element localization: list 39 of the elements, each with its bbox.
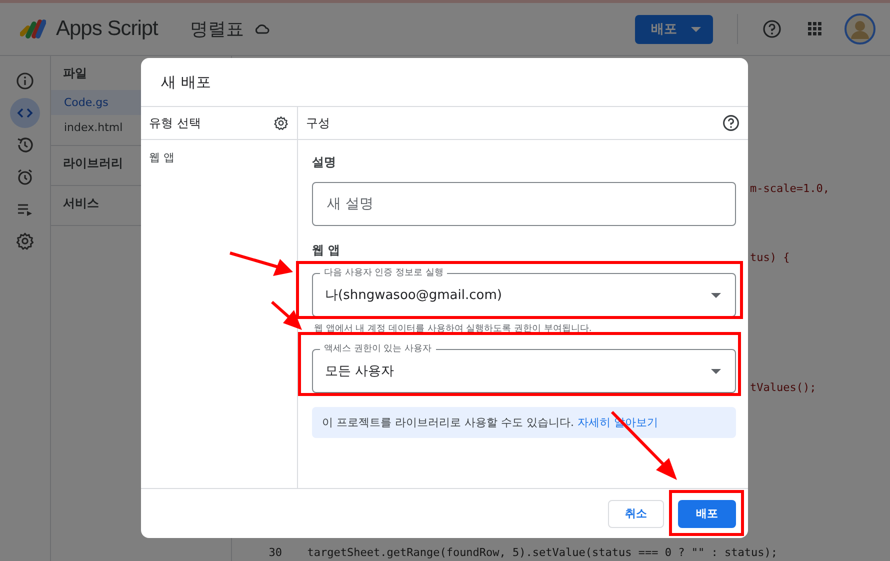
code-line: tus) { bbox=[750, 251, 790, 264]
dialog-title: 새 배포 bbox=[161, 72, 211, 92]
section-title: 라이브러리 bbox=[63, 155, 123, 172]
type-select-header: 유형 선택 bbox=[149, 114, 201, 132]
cancel-button[interactable]: 취소 bbox=[608, 500, 664, 528]
type-item[interactable]: 웹 앱 bbox=[149, 150, 289, 165]
helper-text: 웹 앱에서 내 계정 데이터를 사용하여 실행하도록 권한이 부여됩니다. bbox=[314, 323, 593, 335]
annotation-arrow bbox=[271, 300, 302, 330]
product-name: Apps Script bbox=[56, 17, 158, 41]
description-field[interactable]: 새 설명 bbox=[312, 182, 736, 226]
line-number: 30 bbox=[268, 546, 283, 559]
project-title[interactable]: 명렬표 bbox=[190, 17, 244, 41]
deploy-button[interactable]: 배포 bbox=[678, 500, 736, 528]
section-label: 웹 앱 bbox=[312, 242, 342, 259]
annotation-arrow bbox=[230, 252, 293, 276]
code-line: targetSheet.getRange(foundRow, 5).setValue(status === 0 ? "" : status); bbox=[306, 546, 778, 559]
settings-icon bbox=[15, 231, 35, 251]
info-icon bbox=[15, 71, 35, 91]
field-label: 설명 bbox=[312, 154, 337, 171]
apps-grid-icon[interactable] bbox=[808, 22, 822, 36]
config-header: 구성 bbox=[306, 114, 330, 132]
logo-icon bbox=[20, 18, 46, 40]
deploy-menu-button[interactable]: 배포 bbox=[635, 14, 713, 44]
section-title: 파일 bbox=[63, 65, 87, 82]
section-title: 서비스 bbox=[63, 195, 99, 212]
caret-icon bbox=[711, 368, 721, 374]
avatar-icon[interactable] bbox=[844, 13, 876, 45]
code-nav-button[interactable] bbox=[10, 98, 40, 128]
caret-icon bbox=[711, 292, 721, 298]
alarm-clock-icon bbox=[15, 167, 35, 187]
settings-icon[interactable] bbox=[273, 115, 289, 131]
code-line: m-scale=1.0, bbox=[750, 182, 830, 196]
help-icon[interactable] bbox=[722, 114, 740, 132]
caret-icon bbox=[691, 26, 701, 32]
cloud-icon bbox=[254, 23, 270, 35]
help-icon[interactable] bbox=[762, 19, 782, 39]
annotation-arrow bbox=[610, 410, 677, 480]
code-line: tValues(); bbox=[750, 380, 816, 394]
history-icon bbox=[15, 135, 35, 155]
